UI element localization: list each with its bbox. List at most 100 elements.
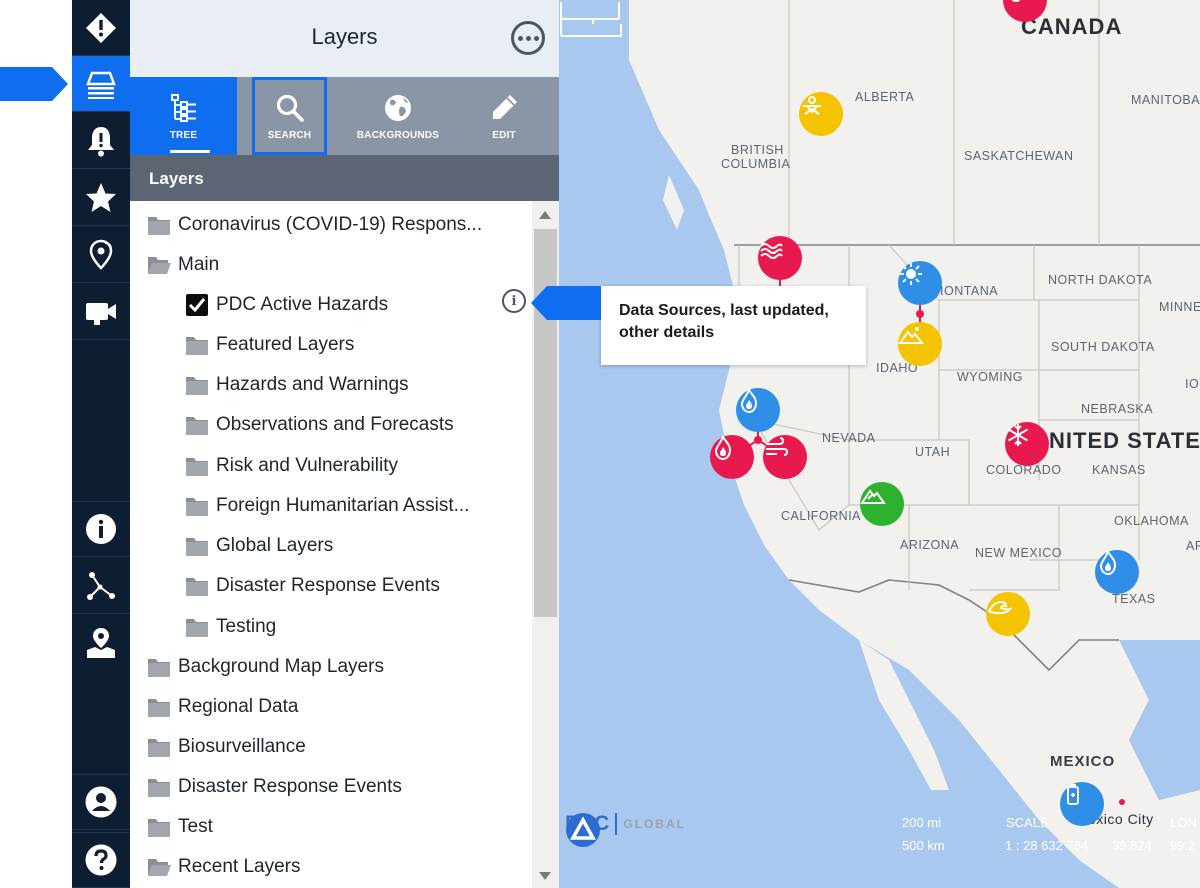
tree-folder-disaster-response-events-sub[interactable]: Disaster Response Events	[185, 568, 440, 604]
checkbox-checked-icon[interactable]	[185, 294, 209, 316]
folder-closed-icon	[185, 414, 209, 436]
network-icon	[87, 571, 115, 600]
map-marker-button[interactable]	[72, 615, 130, 671]
longitude-value: 99.2	[1170, 838, 1196, 853]
tree-node-label: Test	[178, 816, 213, 837]
tree-folder-test[interactable]: Test	[147, 809, 213, 845]
hazard-marker-volcano[interactable]	[860, 482, 904, 526]
hazard-marker-flood[interactable]	[758, 236, 802, 280]
video-button[interactable]	[72, 284, 130, 340]
layers-section-header: Layers	[130, 155, 559, 201]
map-label-manitoba: MANITOBA	[1131, 93, 1200, 107]
tree-folder-regional-data[interactable]: Regional Data	[147, 689, 298, 725]
map-label-south-dakota: SOUTH DAKOTA	[1051, 340, 1155, 354]
tree-node-label: Risk and Vulnerability	[216, 455, 398, 476]
layers-icon	[86, 71, 116, 99]
hazard-marker-wildfire-red[interactable]	[710, 435, 754, 479]
map-label-iowa: IO	[1185, 377, 1200, 391]
folder-open-icon	[147, 856, 171, 878]
tree-icon	[170, 93, 196, 122]
hazard-alert-button[interactable]	[72, 0, 130, 56]
map-label-north-dakota: NORTH DAKOTA	[1048, 273, 1153, 287]
info-button[interactable]	[72, 501, 130, 557]
scroll-down-arrow-icon[interactable]	[539, 872, 551, 880]
globe-icon	[385, 94, 411, 121]
map-label-kansas: KANSAS	[1092, 463, 1146, 477]
tab-tree-label: TREE	[169, 129, 198, 141]
folder-closed-icon	[147, 776, 171, 798]
user-profile-button[interactable]	[72, 774, 130, 830]
help-icon	[85, 844, 117, 876]
favorites-button[interactable]	[72, 170, 130, 226]
folder-closed-icon	[185, 374, 209, 396]
hazard-marker-wind[interactable]	[763, 435, 807, 479]
map-label-nevada: NEVADA	[822, 431, 876, 445]
panel-header: Layers	[130, 0, 559, 77]
hazard-marker-fire-blue[interactable]	[736, 388, 780, 432]
tab-edit[interactable]: EDIT	[463, 77, 545, 155]
hazard-marker-winter[interactable]	[898, 261, 942, 305]
flame-icon	[1011, 0, 1021, 3]
tree-folder-coronavirus[interactable]: Coronavirus (COVID-19) Respons...	[147, 207, 482, 243]
layer-info-button[interactable]: i	[502, 289, 526, 313]
tree-folder-recent-layers[interactable]: Recent Layers	[147, 849, 301, 885]
tree-node-label: PDC Active Hazards	[216, 294, 389, 315]
tree-folder-featured-layers[interactable]: Featured Layers	[185, 327, 354, 363]
longitude-label: LON	[1170, 815, 1197, 830]
folder-closed-icon	[147, 736, 171, 758]
help-button[interactable]	[72, 832, 130, 888]
hazard-marker-winter-storm[interactable]	[1005, 422, 1049, 466]
tree-node-label: Disaster Response Events	[178, 776, 402, 797]
tree-folder-disaster-response-events[interactable]: Disaster Response Events	[147, 769, 402, 805]
tab-tree[interactable]: TREE	[130, 77, 237, 155]
tree-folder-foreign-humanitarian-assistance[interactable]: Foreign Humanitarian Assist...	[185, 488, 469, 524]
tree-folder-observations-and-forecasts[interactable]: Observations and Forecasts	[185, 407, 454, 443]
tree-folder-risk-and-vulnerability[interactable]: Risk and Vulnerability	[185, 448, 398, 484]
tree-node-label: Recent Layers	[178, 856, 301, 877]
tree-folder-main[interactable]: Main	[147, 247, 219, 283]
layers-button[interactable]	[72, 56, 130, 112]
alerts-button[interactable]	[72, 113, 130, 169]
flame-icon	[740, 388, 758, 414]
map-label-united-states: NITED STATE	[1049, 428, 1200, 453]
map-label-utah: UTAH	[915, 445, 951, 459]
tree-folder-global-layers[interactable]: Global Layers	[185, 528, 333, 564]
location-button[interactable]	[72, 227, 130, 283]
tree-folder-biosurveillance[interactable]: Biosurveillance	[147, 729, 306, 765]
folder-closed-icon	[185, 575, 209, 597]
tab-backgrounds[interactable]: BACKGROUNDS	[342, 77, 454, 155]
sun-icon	[900, 263, 922, 285]
hazard-marker-drought[interactable]	[799, 92, 843, 136]
tree-node-label: Background Map Layers	[178, 656, 384, 677]
map-label-texas: TEXAS	[1112, 592, 1156, 606]
tab-backgrounds-label: BACKGROUNDS	[356, 129, 440, 141]
map-view[interactable]: CANADA ALBERTA MANITOBA BRITISH COLUMBIA…	[559, 0, 1200, 888]
volcano-icon	[860, 489, 886, 504]
map-label-nebraska: NEBRASKA	[1081, 402, 1154, 416]
hazard-marker-biomedical[interactable]	[1060, 782, 1104, 826]
tree-folder-hazards-and-warnings[interactable]: Hazards and Warnings	[185, 367, 409, 403]
biomedical-icon	[1067, 784, 1079, 805]
bell-icon	[88, 126, 114, 156]
hazard-marker-tsunami[interactable]	[986, 592, 1030, 636]
hazard-marker-fire-texas[interactable]	[1095, 550, 1139, 594]
tree-folder-testing[interactable]: Testing	[185, 609, 276, 645]
layers-panel: Layers TREE SEARCH BACKGROUNDS EDIT Laye…	[130, 0, 559, 888]
scroll-up-arrow-icon[interactable]	[539, 211, 551, 219]
tree-node-label: Observations and Forecasts	[216, 414, 454, 435]
tab-search-label: SEARCH	[267, 129, 312, 141]
folder-closed-icon	[185, 455, 209, 477]
drought-icon	[803, 96, 821, 115]
tab-search[interactable]: SEARCH	[252, 77, 327, 155]
folder-closed-icon	[185, 334, 209, 356]
tree-folder-background-map-layers[interactable]: Background Map Layers	[147, 649, 384, 685]
network-button[interactable]	[72, 558, 130, 614]
map-label-arkansas: AR	[1186, 539, 1200, 553]
hazard-marker-landslide[interactable]	[898, 322, 942, 366]
latitude-value: 39.824	[1112, 838, 1152, 853]
map-label-new-mexico: NEW MEXICO	[975, 546, 1062, 560]
tree-node-label: Disaster Response Events	[216, 575, 440, 596]
tree-layer-pdc-active-hazards[interactable]: PDC Active Hazards	[185, 287, 388, 323]
tab-edit-label: EDIT	[492, 129, 516, 141]
more-options-button[interactable]	[511, 21, 545, 55]
